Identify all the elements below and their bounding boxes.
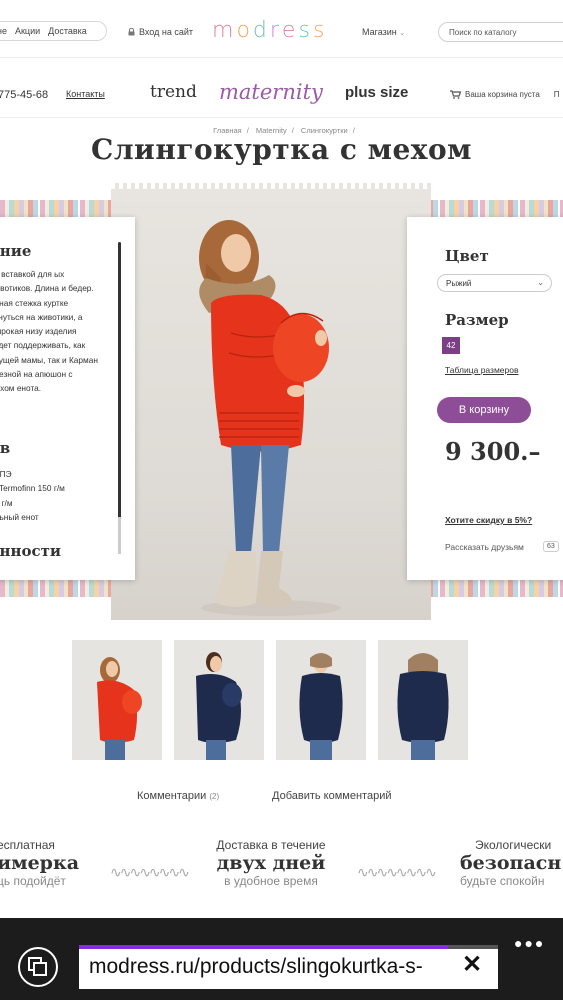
tabs-glyph — [28, 957, 47, 976]
size-label: Размер — [445, 311, 509, 329]
login-link[interactable]: Вход на сайт — [128, 27, 193, 37]
composition-heading: ав — [0, 439, 11, 457]
share-count-badge: 63 — [543, 541, 559, 552]
thumb-image — [97, 657, 142, 760]
cart-extra: П — [553, 90, 560, 99]
thumb-image — [299, 653, 343, 760]
feature-eco: Экологически безопасн будьте спокойн — [460, 838, 561, 888]
wave-divider: ∿∿∿∿∿∿∿∿ — [110, 864, 190, 880]
chevron-down-icon: ⌄ — [399, 30, 406, 37]
zigzag-edge — [111, 183, 431, 189]
price: 9 300.– — [445, 437, 541, 466]
chevron-down-icon: ⌄ — [537, 278, 544, 287]
composition-item: ь: Termofinn 150 г/м — [0, 483, 65, 494]
size-option[interactable]: 42 — [442, 337, 460, 354]
cart-label: Ваша корзина пуста — [465, 90, 540, 99]
feature-small: есплатная — [0, 838, 55, 852]
description-text: со вставкой для ых животиков. Длина и бе… — [0, 269, 98, 394]
top-nav: не Акции Доставка — [0, 21, 107, 41]
page-title: Слингокуртка с мехом — [91, 133, 472, 166]
feature-small: Доставка в течение — [216, 838, 326, 852]
feature-fitting: есплатная имерка ць подойдёт — [0, 838, 79, 888]
nav-item-0[interactable]: не — [0, 26, 7, 36]
nav-item-promos[interactable]: Акции — [15, 26, 40, 36]
phone-number: 775-45-68 — [0, 89, 49, 101]
tabs-icon[interactable] — [18, 947, 58, 987]
divider — [0, 57, 563, 58]
more-options-icon[interactable]: ●●● — [514, 935, 545, 951]
thumbnail-orange-front[interactable] — [72, 640, 162, 760]
description-heading: ание — [0, 242, 32, 260]
shop-label: Магазин — [362, 27, 397, 37]
wave-divider: ∿∿∿∿∿∿∿∿ — [357, 864, 437, 880]
thumbnail-navy-side[interactable] — [174, 640, 264, 760]
comments-count: (2) — [209, 792, 220, 801]
composition-item: альный енот — [0, 511, 39, 522]
scrollbar-track — [118, 517, 121, 554]
thumb-image — [196, 652, 242, 760]
close-icon[interactable]: ✕ — [462, 950, 482, 979]
composition-item: % ПЭ — [0, 469, 12, 479]
product-photo[interactable] — [111, 183, 431, 620]
feature-sub: ць подойдёт — [0, 874, 66, 888]
composition-item: 00 г/м — [0, 497, 13, 508]
thumbnail-navy-back[interactable] — [378, 640, 468, 760]
feature-small: Экологически — [475, 838, 552, 852]
feature-sub: будьте спокойн — [460, 874, 545, 888]
category-trend[interactable]: trend — [150, 82, 197, 102]
cart-link[interactable]: Ваша корзина пуста П — [450, 90, 560, 99]
color-label: Цвет — [445, 247, 489, 265]
category-plus-size[interactable]: plus size — [345, 84, 408, 101]
nav-item-delivery[interactable]: Доставка — [48, 26, 87, 36]
color-select[interactable]: Рыжий ⌄ — [437, 274, 552, 292]
feature-delivery: Доставка в течение двух дней в удобное в… — [208, 838, 334, 888]
description-card: ание со вставкой для ых животиков. Длина… — [0, 217, 135, 580]
composition-list: % ПЭ ь: Termofinn 150 г/м 00 г/м альный … — [0, 467, 65, 524]
description-scrollbar[interactable] — [118, 242, 121, 522]
address-url[interactable]: modress.ru/products/slingokurtka-s- — [89, 955, 461, 979]
add-to-cart-button[interactable]: В корзину — [437, 397, 531, 423]
feature-big: безопасн — [460, 852, 562, 874]
comments-link[interactable]: Комментарии (2) — [137, 790, 219, 802]
lock-icon — [128, 28, 135, 36]
cart-icon — [450, 90, 461, 99]
comments-label: Комментарии — [137, 790, 207, 802]
model-illustration — [199, 220, 341, 616]
shop-dropdown[interactable]: Магазин ⌄ — [362, 27, 405, 37]
feature-big: имерка — [0, 852, 80, 874]
features-heading: енности — [0, 542, 62, 560]
modress-logo[interactable]: modress — [212, 18, 327, 43]
login-label: Вход на сайт — [139, 27, 193, 37]
category-maternity[interactable]: maternity — [219, 80, 323, 104]
color-value: Рыжий — [446, 279, 472, 288]
thumb-image — [397, 653, 449, 760]
divider — [0, 117, 563, 118]
share-label[interactable]: Рассказать друзьям — [445, 542, 524, 552]
discount-link[interactable]: Хотите скидку в 5%? — [445, 515, 532, 525]
add-comment-link[interactable]: Добавить комментарий — [272, 790, 391, 802]
options-card: Цвет Рыжий ⌄ Размер 42 Таблица размеров … — [407, 217, 563, 580]
search-input[interactable]: Поиск по каталогу — [438, 22, 563, 42]
thumbnail-navy-front[interactable] — [276, 640, 366, 760]
feature-sub: в удобное время — [224, 874, 318, 888]
contacts-link[interactable]: Контакты — [66, 89, 105, 99]
size-table-link[interactable]: Таблица размеров — [445, 365, 519, 375]
feature-big: двух дней — [216, 852, 326, 874]
